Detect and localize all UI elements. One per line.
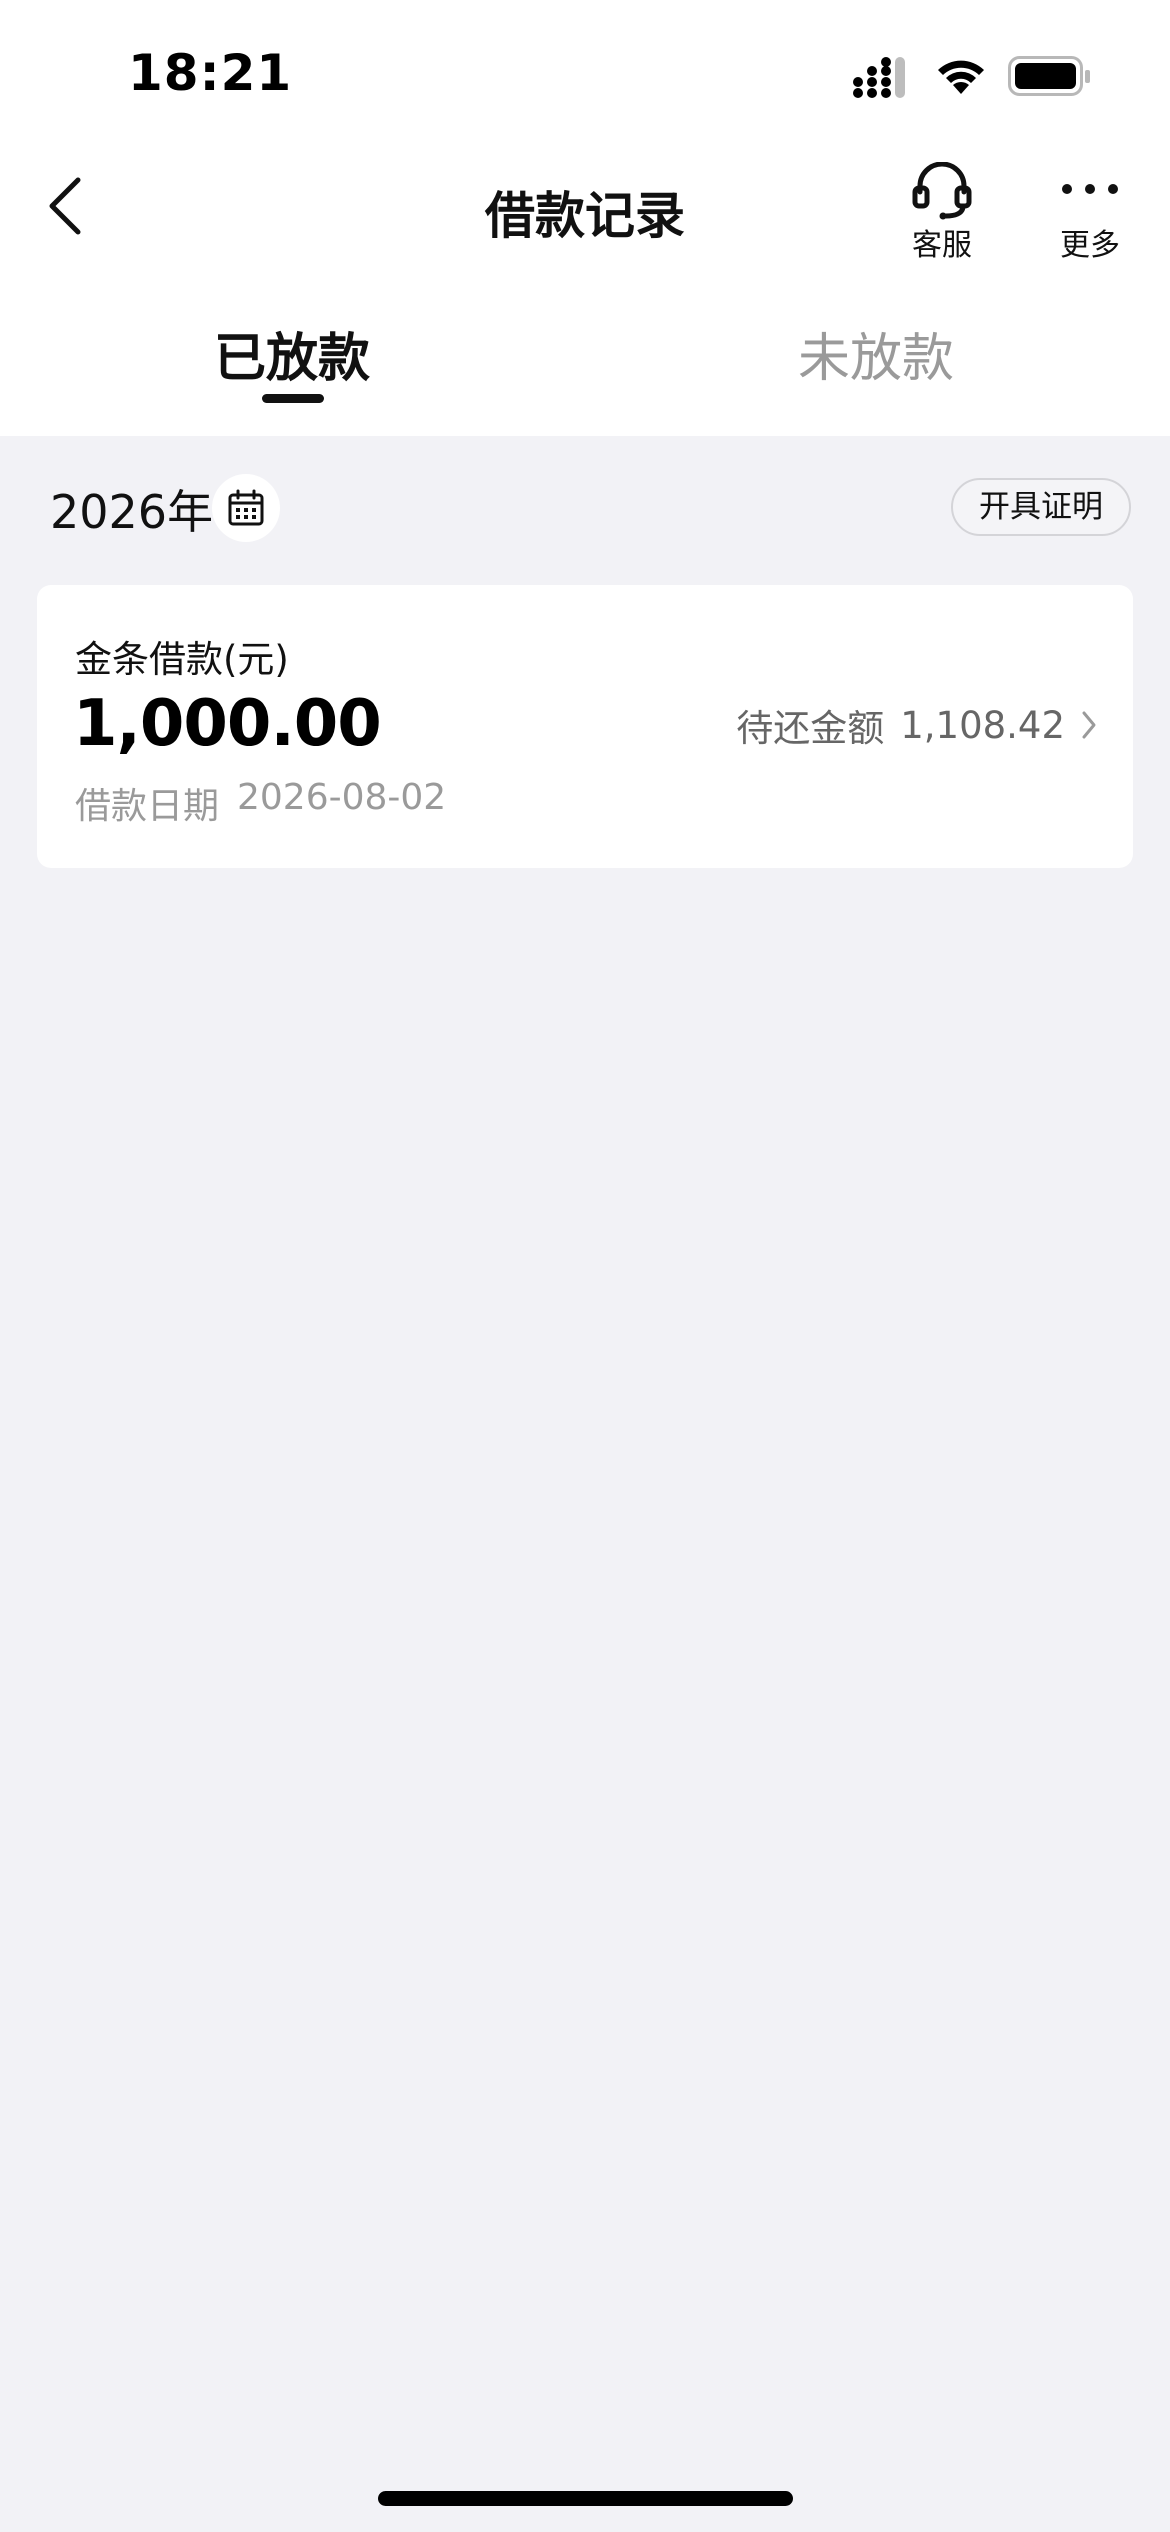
more-button[interactable]: 更多 (1048, 158, 1132, 263)
active-tab-indicator (262, 394, 324, 403)
due-amount-link[interactable]: 待还金额 1,108.42 (736, 700, 1097, 750)
loan-date-value: 2026-08-02 (237, 777, 447, 818)
more-dots-icon (1062, 184, 1118, 194)
battery-icon (1008, 56, 1090, 96)
page-title: 借款记录 (485, 187, 685, 245)
tab-pending[interactable]: 未放款 (676, 316, 1076, 391)
due-amount-value: 1,108.42 (900, 703, 1065, 747)
cellular-signal-icon (853, 57, 905, 98)
loan-product-name: 金条借款(元) (75, 638, 289, 681)
tab-issued[interactable]: 已放款 (92, 316, 492, 391)
headset-icon (912, 162, 972, 220)
calendar-button[interactable] (212, 474, 280, 542)
top-section: 18:21 借款记录 客服 更多 已放款 未放款 (0, 0, 1170, 436)
issue-certificate-button[interactable]: 开具证明 (951, 478, 1131, 536)
status-time: 18:21 (128, 44, 293, 102)
loan-date-label: 借款日期 (75, 786, 220, 827)
calendar-icon (228, 489, 264, 526)
home-indicator[interactable] (378, 2491, 793, 2506)
more-label: 更多 (1060, 228, 1120, 263)
loan-amount: 1,000.00 (73, 687, 382, 761)
chevron-right-icon (1082, 711, 1096, 739)
wifi-icon (938, 60, 984, 94)
year-filter-label[interactable]: 2026年 (50, 476, 213, 542)
due-amount-label: 待还金额 (736, 707, 885, 750)
loan-record-card[interactable]: 金条借款(元) 1,000.00 借款日期 2026-08-02 待还金额 1,… (37, 585, 1133, 868)
customer-service-button[interactable]: 客服 (900, 158, 984, 263)
customer-service-label: 客服 (912, 228, 972, 263)
